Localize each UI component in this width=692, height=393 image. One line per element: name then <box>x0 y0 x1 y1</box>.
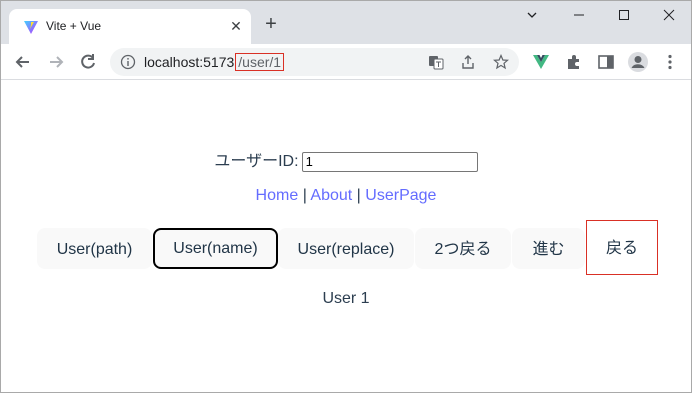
maximize-icon[interactable] <box>613 7 635 27</box>
user-name-button[interactable]: User(name) <box>153 228 278 269</box>
tab-search-icon[interactable] <box>521 7 543 27</box>
browser-window: Vite + Vue ✕ + localhost:5173 /user/1 ユー… <box>0 0 692 393</box>
link-separator: | <box>356 187 361 204</box>
page-content: ユーザーID: Home | About | UserPage User(pat… <box>1 81 691 392</box>
menu-kebab-icon[interactable] <box>661 53 679 71</box>
user-id-label: ユーザーID: <box>214 153 299 170</box>
minimize-icon[interactable] <box>568 7 590 27</box>
close-tab-icon[interactable]: ✕ <box>229 19 243 33</box>
go-back-two-button[interactable]: 2つ戻る <box>415 228 511 269</box>
bookmark-star-icon[interactable] <box>493 54 509 70</box>
nav-links: Home | About | UserPage <box>1 187 691 205</box>
about-link[interactable]: About <box>310 187 352 204</box>
link-separator: | <box>302 187 307 204</box>
address-bar[interactable]: localhost:5173/user/1 <box>110 48 519 76</box>
url-path-highlight: /user/1 <box>235 53 285 71</box>
user-path-button[interactable]: User(path) <box>37 228 152 269</box>
forward-arrow-icon[interactable] <box>46 52 66 72</box>
translate-icon[interactable] <box>428 54 444 70</box>
share-icon[interactable] <box>460 54 476 70</box>
side-panel-icon[interactable] <box>597 53 615 71</box>
vue-devtools-icon[interactable] <box>532 53 550 71</box>
profile-avatar-icon[interactable] <box>627 51 649 73</box>
tab-strip: Vite + Vue ✕ + <box>1 1 691 44</box>
extensions-puzzle-icon[interactable] <box>565 53 583 71</box>
vite-logo-icon <box>24 21 38 34</box>
userpage-link[interactable]: UserPage <box>365 187 436 204</box>
reload-icon[interactable] <box>78 52 98 72</box>
home-link[interactable]: Home <box>256 187 299 204</box>
window-close-icon[interactable] <box>658 7 680 27</box>
forward-button[interactable]: 進む <box>512 228 585 269</box>
user-result-text: User 1 <box>322 290 370 307</box>
user-id-input[interactable] <box>301 151 478 172</box>
tab-vite-vue[interactable]: Vite + Vue ✕ <box>9 9 251 44</box>
url-text[interactable]: localhost:5173/user/1 <box>144 53 285 71</box>
tab-title: Vite + Vue <box>46 19 102 33</box>
back-button[interactable]: 戻る <box>586 220 658 275</box>
url-host: localhost:5173 <box>144 54 235 70</box>
browser-toolbar: localhost:5173/user/1 <box>1 44 691 80</box>
user-replace-button[interactable]: User(replace) <box>278 228 414 269</box>
back-arrow-icon[interactable] <box>13 52 33 72</box>
new-tab-icon[interactable]: + <box>263 14 279 34</box>
site-info-icon[interactable] <box>120 54 136 70</box>
user-id-row: ユーザーID: <box>1 147 691 172</box>
